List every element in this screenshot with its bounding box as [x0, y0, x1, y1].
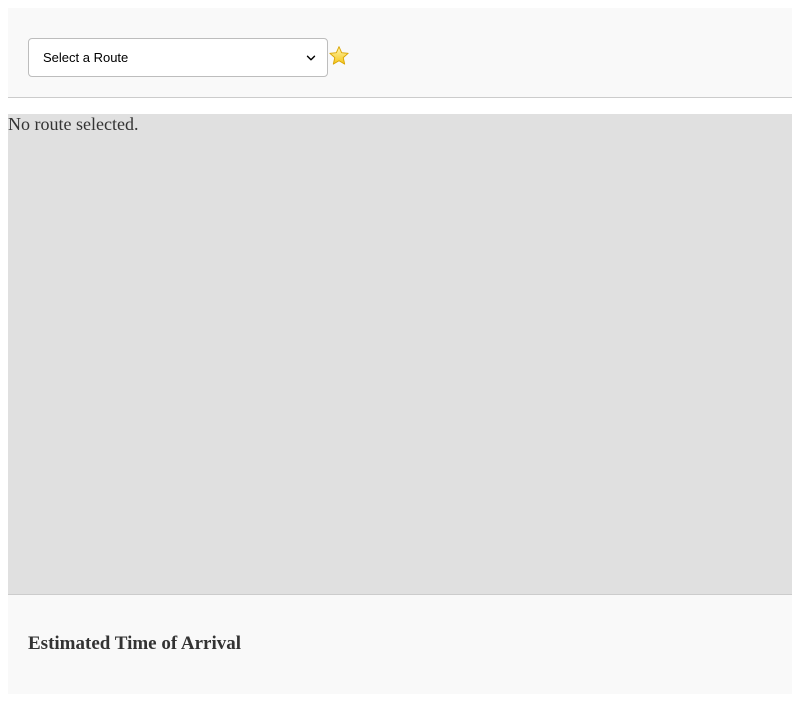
star-icon[interactable] — [328, 45, 350, 67]
eta-title: Estimated Time of Arrival — [28, 633, 242, 654]
route-select[interactable]: Select a Route — [28, 38, 328, 77]
map-area[interactable]: No route selected. — [8, 114, 792, 595]
eta-panel: Estimated Time of Arrival — [8, 595, 792, 694]
chevron-down-icon — [305, 52, 317, 64]
header-bar: Select a Route — [8, 8, 792, 98]
route-select-label: Select a Route — [43, 50, 129, 65]
transit-app: Select a Route No route selected. Estima… — [8, 8, 792, 694]
map-status-text: No route selected. — [8, 114, 139, 134]
